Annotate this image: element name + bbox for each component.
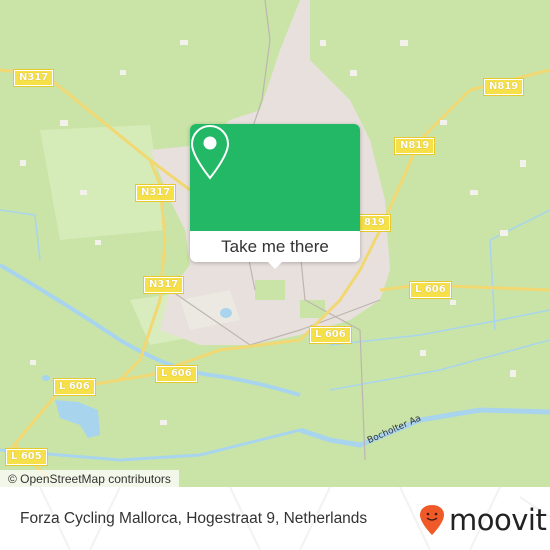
road-shield-l606: L 606 bbox=[53, 378, 96, 396]
ditch bbox=[489, 209, 550, 241]
road-l606 bbox=[379, 283, 550, 292]
location-popup: Take me there bbox=[190, 124, 360, 269]
popup-header bbox=[190, 124, 360, 231]
ditch bbox=[489, 239, 496, 331]
road-shield-l606: L 606 bbox=[309, 326, 352, 344]
map-canvas[interactable]: N317 N317 N317 N819 N819 819 L 606 L 606… bbox=[0, 0, 550, 487]
lake bbox=[55, 400, 100, 438]
road-shield-n317: N317 bbox=[142, 276, 185, 294]
road-shield-n317: N317 bbox=[12, 69, 55, 87]
moovit-wordmark: moovit bbox=[449, 503, 547, 537]
road-shield-n819: N819 bbox=[393, 137, 436, 155]
popup-pointer bbox=[267, 261, 283, 269]
road-shield-n317: N317 bbox=[134, 184, 177, 202]
ditch bbox=[0, 209, 41, 261]
road-shield-n819: N819 bbox=[482, 78, 525, 96]
moovit-logo[interactable]: moovit bbox=[419, 503, 547, 537]
map-attribution[interactable]: © OpenStreetMap contributors bbox=[0, 470, 179, 487]
ditch bbox=[329, 339, 550, 391]
road-shield-n819: 819 bbox=[358, 214, 391, 232]
road-shield-l606: L 606 bbox=[155, 365, 198, 383]
road-shield-l605: L 605 bbox=[5, 448, 48, 466]
location-address: Forza Cycling Mallorca, Hogestraat 9, Ne… bbox=[20, 510, 368, 527]
pond bbox=[42, 375, 50, 381]
take-me-there-button[interactable]: Take me there bbox=[190, 231, 360, 262]
forest-area bbox=[40, 125, 165, 240]
moovit-pin-icon bbox=[420, 505, 444, 535]
map-pin-icon bbox=[190, 124, 230, 180]
footer: Forza Cycling Mallorca, Hogestraat 9, Ne… bbox=[0, 487, 550, 550]
park bbox=[255, 280, 285, 300]
pond bbox=[220, 308, 232, 318]
river bbox=[299, 407, 550, 448]
ditch bbox=[329, 309, 550, 346]
road-shield-l606: L 606 bbox=[409, 281, 452, 299]
